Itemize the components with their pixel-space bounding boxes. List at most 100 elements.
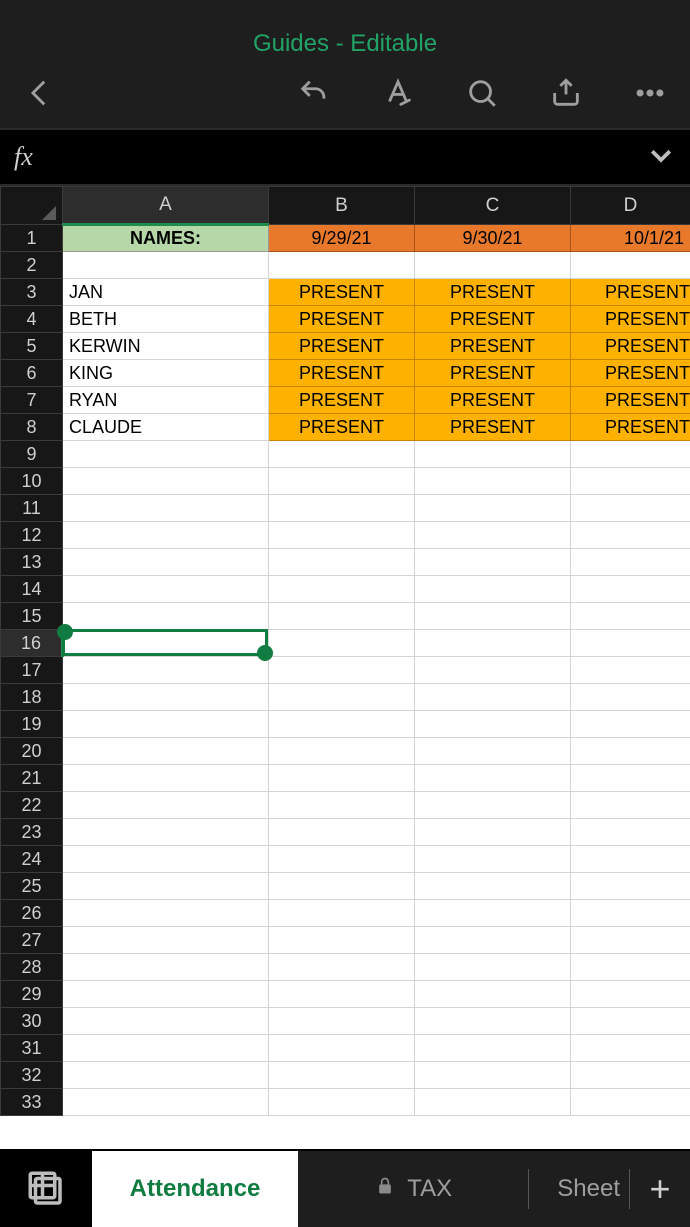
cell[interactable]	[63, 1035, 269, 1062]
format-text-button[interactable]	[376, 71, 420, 115]
cell[interactable]	[571, 630, 690, 657]
column-header-D[interactable]: D	[571, 187, 690, 225]
cell[interactable]	[571, 441, 690, 468]
formula-input[interactable]	[64, 130, 646, 184]
cell[interactable]	[269, 684, 415, 711]
cell[interactable]: PRESENT	[415, 306, 571, 333]
cell[interactable]: KERWIN	[63, 333, 269, 360]
cell[interactable]	[269, 522, 415, 549]
cell[interactable]	[63, 765, 269, 792]
row-header[interactable]: 9	[1, 441, 63, 468]
cell[interactable]	[415, 603, 571, 630]
row-header[interactable]: 5	[1, 333, 63, 360]
cell[interactable]	[269, 900, 415, 927]
cell[interactable]	[63, 603, 269, 630]
cell[interactable]: RYAN	[63, 387, 269, 414]
cell[interactable]	[415, 1035, 571, 1062]
cell[interactable]	[571, 900, 690, 927]
cell[interactable]: 9/29/21	[269, 225, 415, 252]
cell[interactable]	[269, 630, 415, 657]
cell[interactable]: PRESENT	[571, 306, 690, 333]
sheets-overview-button[interactable]	[0, 1151, 92, 1227]
cell[interactable]: PRESENT	[571, 360, 690, 387]
cell[interactable]	[269, 252, 415, 279]
search-button[interactable]	[460, 71, 504, 115]
cell[interactable]	[571, 792, 690, 819]
cell[interactable]	[415, 954, 571, 981]
cell[interactable]	[571, 522, 690, 549]
cell[interactable]	[269, 1062, 415, 1089]
cell[interactable]	[63, 522, 269, 549]
cell[interactable]	[415, 252, 571, 279]
cell[interactable]	[269, 495, 415, 522]
cell[interactable]: PRESENT	[415, 414, 571, 441]
cell[interactable]	[269, 1035, 415, 1062]
cell[interactable]	[571, 1062, 690, 1089]
cell[interactable]: PRESENT	[269, 279, 415, 306]
cell[interactable]	[415, 873, 571, 900]
cell[interactable]	[571, 549, 690, 576]
cell[interactable]	[415, 1062, 571, 1089]
cell[interactable]	[415, 657, 571, 684]
cell[interactable]	[571, 1008, 690, 1035]
cell[interactable]	[571, 1089, 690, 1116]
cell[interactable]	[415, 549, 571, 576]
cell[interactable]	[571, 684, 690, 711]
cell[interactable]	[571, 765, 690, 792]
cell[interactable]	[269, 819, 415, 846]
row-header[interactable]: 28	[1, 954, 63, 981]
row-header[interactable]: 23	[1, 819, 63, 846]
cell[interactable]: NAMES:	[63, 225, 269, 252]
cell[interactable]	[571, 846, 690, 873]
row-header[interactable]: 29	[1, 981, 63, 1008]
cell[interactable]: PRESENT	[269, 387, 415, 414]
cell[interactable]	[571, 819, 690, 846]
tab-attendance[interactable]: Attendance	[92, 1151, 298, 1227]
cell[interactable]	[63, 954, 269, 981]
cell[interactable]: 9/30/21	[415, 225, 571, 252]
cell[interactable]	[269, 441, 415, 468]
row-header[interactable]: 4	[1, 306, 63, 333]
row-header[interactable]: 3	[1, 279, 63, 306]
cell[interactable]	[415, 1008, 571, 1035]
share-button[interactable]	[544, 71, 588, 115]
cell[interactable]: PRESENT	[571, 279, 690, 306]
cell[interactable]	[269, 1008, 415, 1035]
undo-button[interactable]	[292, 71, 336, 115]
add-sheet-button[interactable]: +	[630, 1151, 690, 1227]
row-header[interactable]: 24	[1, 846, 63, 873]
cell[interactable]	[415, 765, 571, 792]
row-header[interactable]: 6	[1, 360, 63, 387]
tab-sheet[interactable]: Sheet	[529, 1151, 630, 1227]
cell[interactable]	[63, 1008, 269, 1035]
cell[interactable]	[415, 468, 571, 495]
cell[interactable]: BETH	[63, 306, 269, 333]
cell[interactable]	[571, 954, 690, 981]
cell[interactable]	[63, 1062, 269, 1089]
cell[interactable]: PRESENT	[269, 360, 415, 387]
row-header[interactable]: 16	[1, 630, 63, 657]
cell[interactable]	[415, 738, 571, 765]
row-header[interactable]: 22	[1, 792, 63, 819]
cell[interactable]	[63, 468, 269, 495]
cell[interactable]	[63, 1089, 269, 1116]
row-header[interactable]: 13	[1, 549, 63, 576]
cell[interactable]	[269, 603, 415, 630]
cell[interactable]	[269, 927, 415, 954]
cell[interactable]: PRESENT	[269, 306, 415, 333]
cell[interactable]	[63, 252, 269, 279]
spreadsheet-grid[interactable]: ABCD 1NAMES:9/29/219/30/2110/1/2123JANPR…	[0, 186, 690, 1149]
row-header[interactable]: 30	[1, 1008, 63, 1035]
cell[interactable]	[63, 873, 269, 900]
cell[interactable]	[63, 927, 269, 954]
cell[interactable]	[571, 981, 690, 1008]
cell[interactable]	[63, 441, 269, 468]
row-header[interactable]: 19	[1, 711, 63, 738]
cell[interactable]	[63, 819, 269, 846]
cell[interactable]	[415, 927, 571, 954]
cell[interactable]	[571, 711, 690, 738]
cell[interactable]	[269, 549, 415, 576]
expand-formula-button[interactable]	[646, 140, 676, 175]
row-header[interactable]: 1	[1, 225, 63, 252]
row-header[interactable]: 31	[1, 1035, 63, 1062]
